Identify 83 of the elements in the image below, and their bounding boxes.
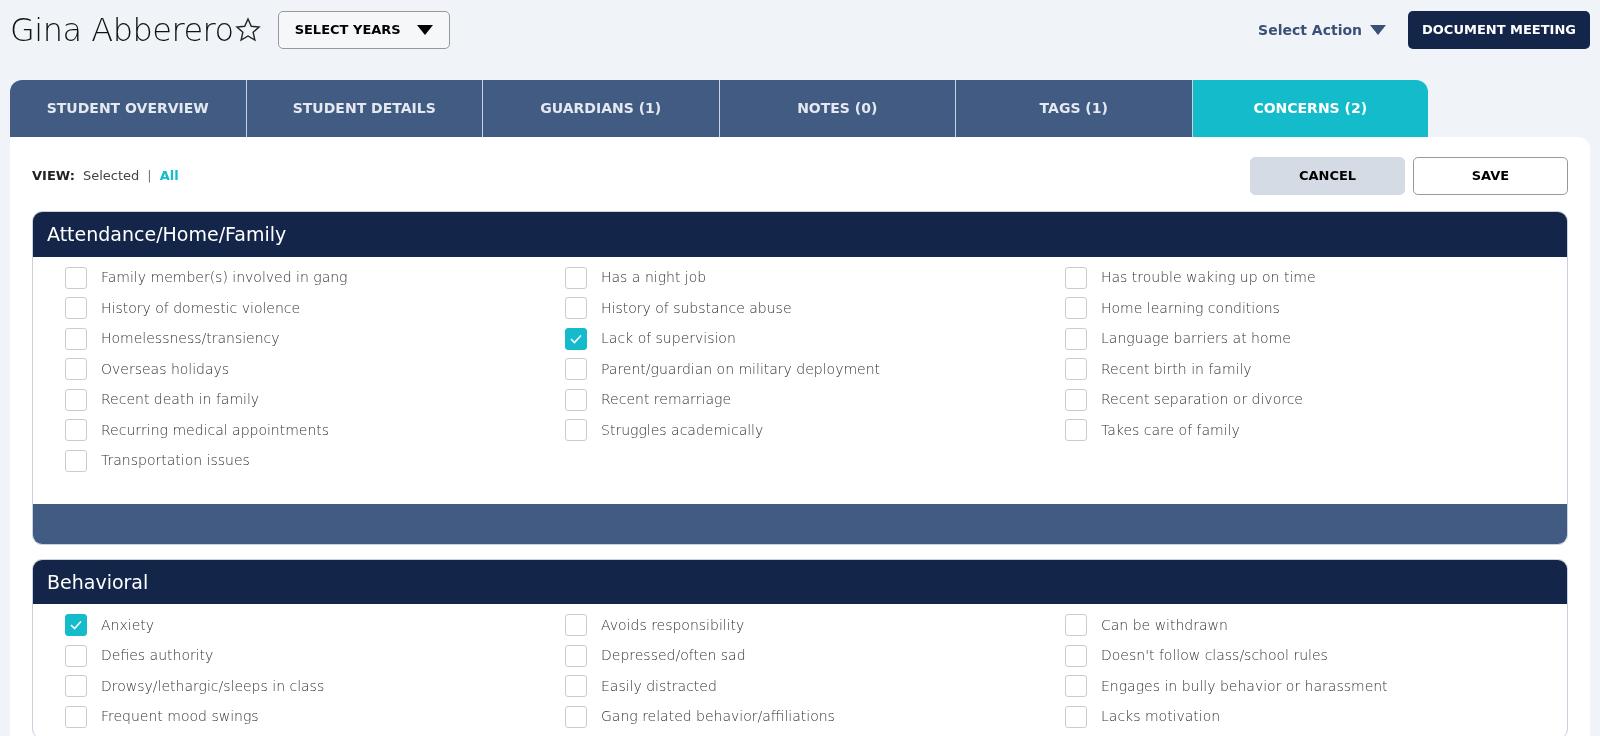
- checkbox[interactable]: [65, 297, 87, 319]
- section-header: Attendance/Home/Family: [33, 212, 1567, 257]
- checkbox-label: Engages in bully behavior or harassment: [1101, 676, 1388, 696]
- checkbox[interactable]: [1065, 358, 1087, 380]
- checkbox-label: Recent remarriage: [601, 390, 732, 409]
- checkbox[interactable]: [565, 388, 587, 411]
- checkbox-label: Has trouble waking up on time: [1101, 268, 1316, 287]
- view-label: VIEW:: [32, 167, 75, 186]
- checkbox[interactable]: [1065, 327, 1087, 350]
- checkbox[interactable]: [65, 675, 87, 697]
- checkbox-label: Language barriers at home: [1101, 329, 1291, 348]
- check-icon: [70, 620, 82, 630]
- checkbox-label: Anxiety: [101, 615, 154, 635]
- checkbox-label: Recent death in family: [101, 390, 260, 409]
- checkbox-label: Recent birth in family: [1101, 359, 1252, 379]
- checkbox-label: Transportation issues: [101, 451, 250, 470]
- checkbox[interactable]: [565, 705, 587, 728]
- checkbox[interactable]: [1065, 266, 1087, 289]
- checkbox[interactable]: [1065, 644, 1087, 667]
- checkbox-label: Depressed/often sad: [601, 646, 746, 665]
- checkbox-label: Can be withdrawn: [1101, 615, 1228, 635]
- checkbox[interactable]: [1065, 705, 1087, 728]
- student-name: Gina Abberero: [10, 10, 234, 50]
- checkbox[interactable]: [565, 266, 587, 289]
- select-action-dropdown[interactable]: Select Action: [1252, 18, 1392, 42]
- checkbox-label: Avoids responsibility: [601, 615, 745, 635]
- checkbox-label: Easily distracted: [601, 676, 717, 696]
- checkbox[interactable]: [565, 675, 587, 697]
- checkbox-label: History of substance abuse: [601, 298, 792, 318]
- checkbox-label: Struggles academically: [601, 420, 764, 440]
- checkbox-label: Gang related behavior/affiliations: [601, 707, 835, 726]
- checkbox[interactable]: [65, 419, 87, 441]
- checkbox-label: Recent separation or divorce: [1101, 390, 1303, 409]
- check-icon: [570, 333, 582, 344]
- save-button[interactable]: SAVE: [1413, 157, 1568, 195]
- checkbox-label: Takes care of family: [1101, 420, 1240, 440]
- checkbox[interactable]: [65, 705, 87, 728]
- checkbox[interactable]: [1065, 614, 1087, 636]
- separator: |: [147, 167, 152, 186]
- checkbox[interactable]: [1065, 419, 1087, 441]
- checkbox[interactable]: [65, 358, 87, 380]
- caret-icon: [416, 25, 433, 35]
- select-years-dropdown[interactable]: SELECT YEARS: [277, 11, 450, 49]
- checkbox[interactable]: [65, 644, 87, 667]
- star-icon[interactable]: [233, 16, 262, 44]
- checkbox-label: Homelessness/transiency: [101, 329, 280, 348]
- checkbox[interactable]: [565, 327, 587, 350]
- checkbox-label: Overseas holidays: [101, 359, 230, 379]
- checkbox-label: History of domestic violence: [101, 298, 301, 318]
- checkbox-label: Has a night job: [601, 268, 707, 287]
- tab[interactable]: STUDENT OVERVIEW: [10, 80, 247, 137]
- document-meeting-button[interactable]: DOCUMENT MEETING: [1408, 11, 1590, 49]
- checkbox[interactable]: [65, 388, 87, 411]
- checkbox[interactable]: [1065, 297, 1087, 319]
- checkbox-label: Lacks motivation: [1101, 707, 1221, 726]
- checkbox[interactable]: [65, 327, 87, 350]
- tab[interactable]: NOTES (0): [719, 80, 956, 137]
- tab[interactable]: STUDENT DETAILS: [246, 80, 483, 137]
- checkbox[interactable]: [1065, 675, 1087, 697]
- checkbox-label: Home learning conditions: [1101, 298, 1280, 318]
- checkbox-label: Parent/guardian on military deployment: [601, 359, 881, 379]
- checkbox[interactable]: [65, 266, 87, 289]
- checkbox-label: Family member(s) involved in gang: [101, 268, 348, 287]
- checkbox[interactable]: [65, 614, 87, 636]
- checkbox[interactable]: [565, 614, 587, 636]
- tab[interactable]: TAGS (1): [956, 80, 1193, 137]
- checkbox[interactable]: [565, 358, 587, 380]
- checkbox-label: Drowsy/lethargic/sleeps in class: [101, 676, 325, 696]
- section-header: Behavioral: [33, 559, 1567, 604]
- checkbox-label: Defies authority: [101, 646, 214, 665]
- checkbox[interactable]: [1065, 388, 1087, 411]
- checkbox[interactable]: [565, 419, 587, 441]
- checkbox-label: Frequent mood swings: [101, 707, 259, 726]
- checkbox[interactable]: [65, 449, 87, 472]
- checkbox-label: Lack of supervision: [601, 329, 736, 348]
- cancel-button[interactable]: CANCEL: [1250, 157, 1405, 195]
- checkbox[interactable]: [565, 297, 587, 319]
- checkbox[interactable]: [565, 644, 587, 667]
- view-option[interactable]: Selected: [82, 166, 140, 186]
- tab[interactable]: GUARDIANS (1): [483, 80, 720, 137]
- checkbox-label: Doesn't follow class/school rules: [1101, 646, 1328, 665]
- caret-icon: [1370, 25, 1386, 35]
- checkbox-label: Recurring medical appointments: [101, 420, 330, 440]
